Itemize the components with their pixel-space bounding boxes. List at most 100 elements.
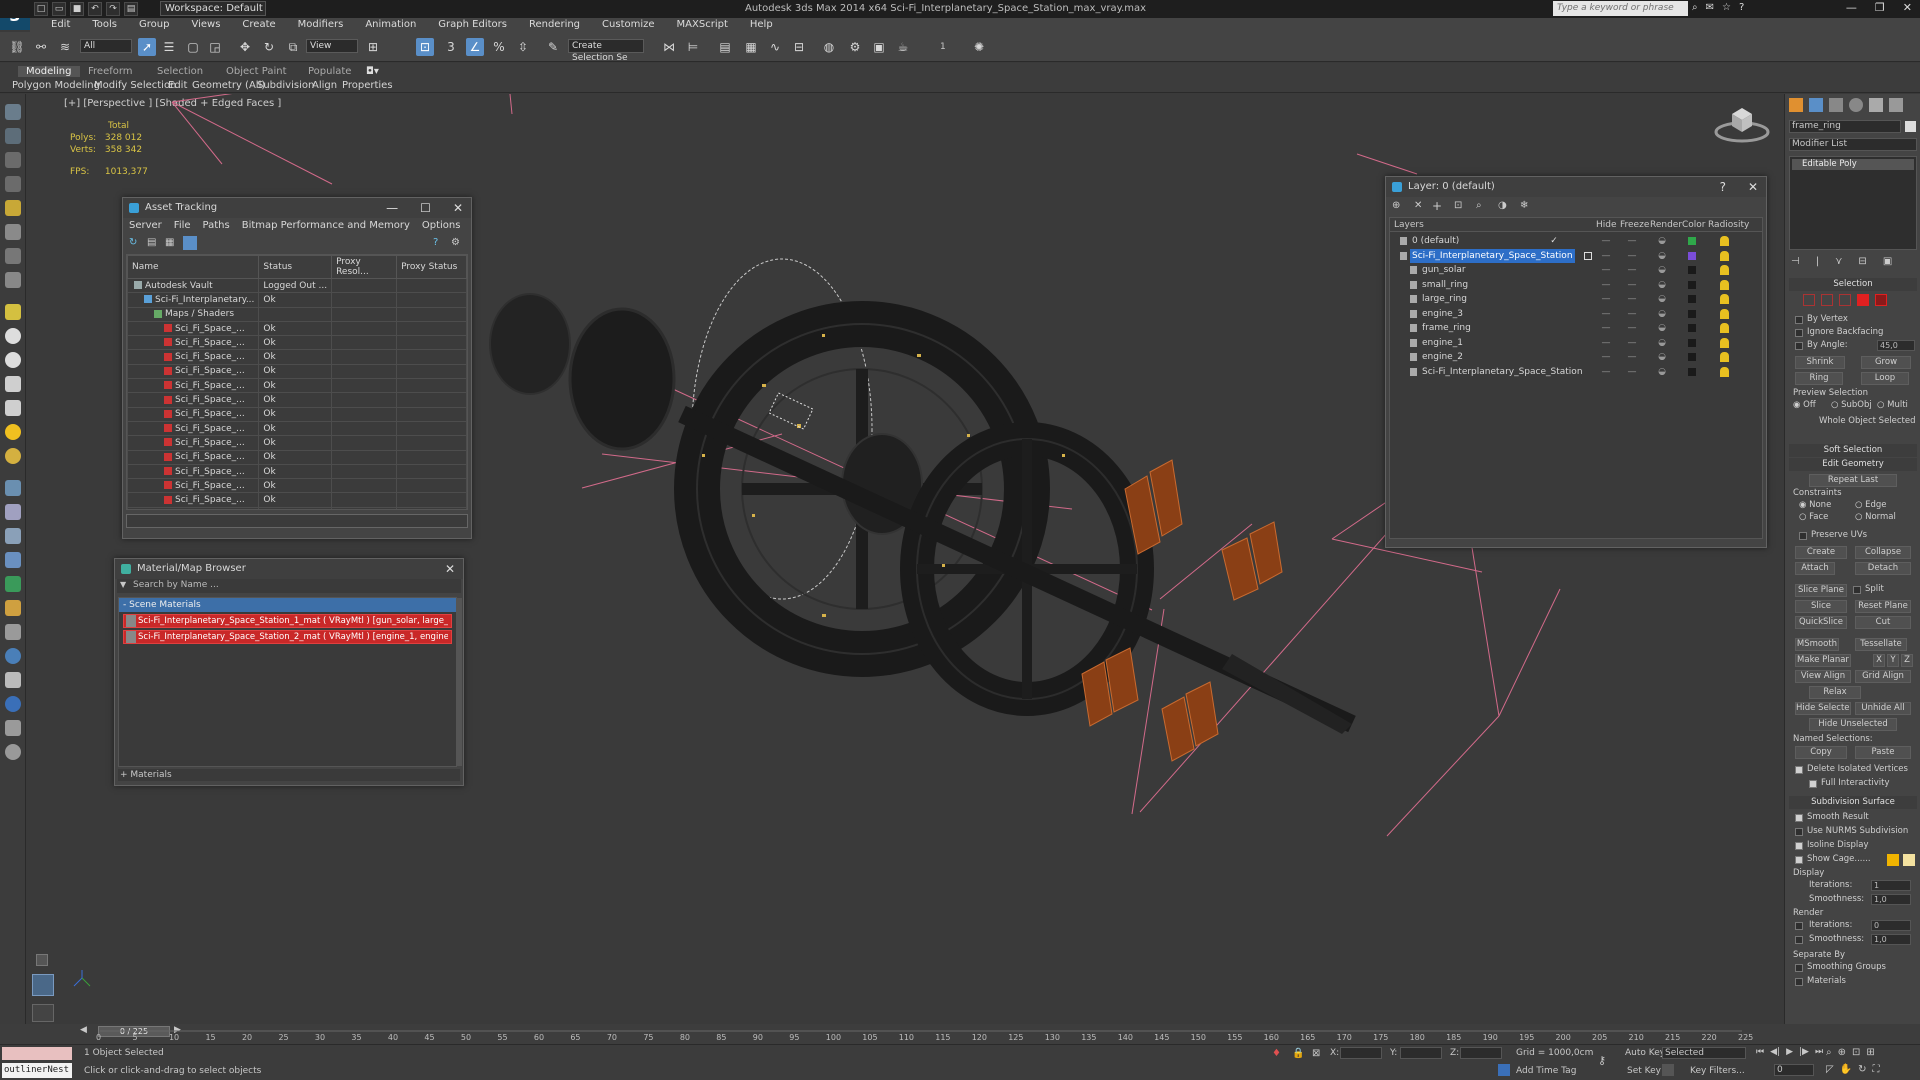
display-tab-icon[interactable] [1869,98,1883,112]
scale-icon[interactable]: ⧉ [284,38,302,56]
torus-icon[interactable] [5,448,21,464]
radiosity-icon[interactable] [1720,250,1729,261]
help-icon[interactable]: ? [1739,2,1744,13]
asset-row[interactable]: Sci_Fi_Space_... Ok [127,363,467,380]
isolate-selection-icon[interactable]: ♦ [1272,1048,1281,1059]
layer-freeze-toggle[interactable]: — [1622,365,1642,379]
workspace-dropdown[interactable]: Workspace: Default [160,1,266,16]
constraint-none-radio[interactable]: ◉ None [1799,500,1831,510]
key-filters-button[interactable]: Key Filters... [1690,1066,1745,1076]
rollout-selection[interactable]: Selection [1789,278,1917,291]
materials-checkbox[interactable] [1795,978,1803,986]
refresh-icon[interactable]: ↻ [129,237,137,248]
shapes-icon[interactable] [5,600,21,616]
show-cage-checkbox[interactable] [1795,856,1803,864]
open-file-icon[interactable]: ▭ [52,2,66,16]
render-setup-icon[interactable]: ⚙ [846,38,864,56]
asset-close-icon[interactable]: ✕ [453,198,463,218]
asset-row[interactable]: Sci_Fi_Space_... Ok [127,335,467,351]
current-layer-check[interactable]: ✓ [1544,234,1564,248]
pin-stack-icon[interactable]: ⊣ [1791,256,1800,267]
layer-freeze-toggle[interactable]: — [1622,249,1642,263]
layer-row[interactable]: 0 (default) ✓ — — ◒ [1390,234,1762,248]
asset-col-status[interactable]: Status [258,255,333,279]
zoom-all-icon[interactable]: ⊕ [1838,1047,1846,1058]
spinner-snap-icon[interactable]: ⇳ [514,38,532,56]
save-icon[interactable]: ■ [70,2,84,16]
asset-row[interactable]: Sci_Fi_Space_... Ok [127,378,467,394]
compound-icon[interactable] [5,624,21,640]
selection-lock-icon[interactable]: 🔒 [1292,1048,1304,1059]
material-item-1[interactable]: Sci-Fi_Interplanetary_Space_Station_1_ma… [123,614,452,628]
hide-selected-button[interactable]: Hide Selected [1795,702,1851,715]
layer-color-swatch[interactable] [1688,251,1696,260]
align-icon[interactable]: ⊨ [684,38,702,56]
search-input[interactable]: Type a keyword or phrase [1553,1,1688,16]
radiosity-icon[interactable] [1720,279,1729,290]
angle-snap-icon[interactable]: ∠ [466,38,484,56]
repeat-last-button[interactable]: Repeat Last [1809,474,1897,487]
help-circle-icon[interactable] [5,744,21,760]
hide-unselected-button[interactable]: Hide Unselected [1809,718,1897,731]
ring-button[interactable]: Ring [1795,372,1843,385]
layer-color-swatch[interactable] [1688,367,1696,376]
layer-freeze-toggle[interactable]: — [1622,350,1642,364]
by-angle-spinner[interactable]: 45,0 [1877,340,1915,351]
favorites-icon[interactable]: ☆ [1722,2,1731,13]
ignore-backfacing-checkbox[interactable] [1795,329,1803,337]
motion-tab-icon[interactable] [1849,98,1863,112]
layer-col-color[interactable]: Color [1682,218,1706,232]
cut-button[interactable]: Cut [1855,616,1911,629]
menu-views[interactable]: Views [180,18,231,32]
asset-row[interactable]: Sci_Fi_Space_... Ok [127,435,467,451]
layer-hide-toggle[interactable]: — [1596,321,1616,335]
layer-color-swatch[interactable] [1688,338,1696,347]
attach-button[interactable]: Attach [1795,562,1835,575]
edit-named-selection-icon[interactable]: ✎ [544,38,562,56]
selection-filter-dropdown[interactable]: All [80,39,132,53]
asset-col-proxy-resolution[interactable]: Proxy Resol... [331,255,398,279]
render-smoothness-spinner[interactable]: 1,0 [1871,934,1911,945]
layer-hide-toggle[interactable]: — [1596,249,1616,263]
object-color-swatch[interactable] [1905,121,1916,132]
asset-minimize-icon[interactable]: — [386,198,398,218]
absolute-mode-icon[interactable]: ⊠ [1312,1048,1320,1059]
layer-hide-toggle[interactable]: — [1596,365,1616,379]
modify-icon[interactable] [5,128,21,144]
camera-icon[interactable] [5,552,21,568]
grow-button[interactable]: Grow [1861,356,1911,369]
create-button[interactable]: Create [1795,546,1847,559]
layer-freeze-toggle[interactable]: — [1622,234,1642,248]
space-warp-icon[interactable] [5,504,21,520]
layer-col-radiosity[interactable]: Radiosity [1708,218,1749,232]
sphere-primitive-icon[interactable] [5,272,21,288]
remove-modifier-icon[interactable]: ⊟ [1858,256,1866,267]
viewport-grid-icon[interactable] [32,1004,54,1022]
zoom-icon[interactable]: ⌕ [1826,1047,1832,1058]
material-editor-icon[interactable]: ◍ [820,38,838,56]
use-nurms-checkbox[interactable] [1795,828,1803,836]
schematic-view-icon[interactable]: ⊟ [790,38,808,56]
freeze-all-layers-icon[interactable]: ❄ [1520,200,1528,211]
create-icon[interactable] [5,104,21,120]
track-bar[interactable]: 0 5 10 15 20 25 30 35 40 45 50 55 60 65 70 75 80 85 90 95 10… [0,1030,1920,1044]
layer-freeze-toggle[interactable]: — [1622,292,1642,306]
layer-help-icon[interactable]: ? [1720,177,1726,197]
material-list-scrollbar[interactable] [457,598,462,766]
maxscript-input[interactable]: outlinerNest [2,1063,72,1078]
asset-row[interactable]: Sci_Fi_Space_... Ok [127,492,467,508]
ribbon-tab-selection[interactable]: Selection [157,66,203,77]
play-expand-icon[interactable] [36,954,48,966]
layer-color-swatch[interactable] [1688,295,1696,303]
layer-render-toggle[interactable]: ◒ [1652,249,1672,263]
planar-z-button[interactable]: Z [1901,654,1913,667]
stack-item-editable-poly[interactable]: Editable Poly [1792,159,1914,170]
asset-menu-bitmap[interactable]: Bitmap Performance and Memory [242,218,410,234]
layer-render-toggle[interactable]: ◒ [1652,307,1672,321]
create-tab-icon[interactable] [1789,98,1803,112]
radiosity-icon[interactable] [1720,323,1729,333]
zoom-extents-all-icon[interactable]: ⊞ [1866,1047,1874,1058]
asset-menu-server[interactable]: Server [129,218,162,234]
slice-button[interactable]: Slice [1795,600,1847,613]
radiosity-icon[interactable] [1720,352,1729,362]
